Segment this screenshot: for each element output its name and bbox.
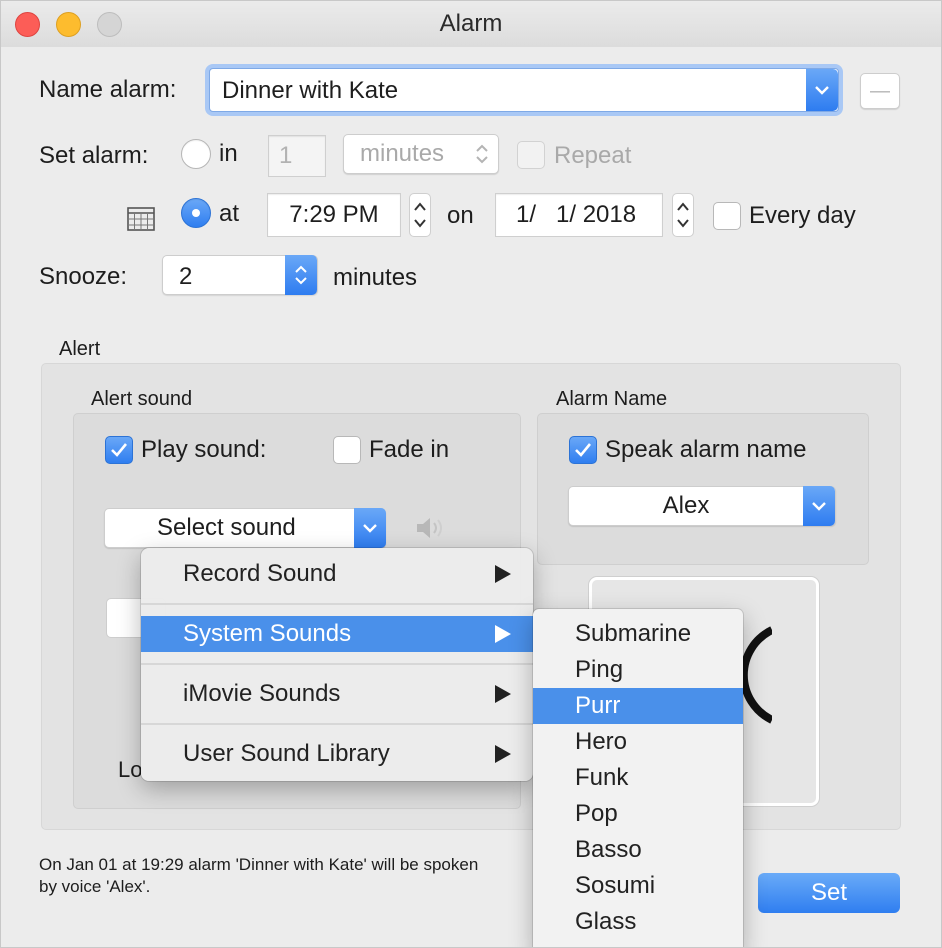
sound-item-pop[interactable]: Pop [533,796,743,832]
status-line-2: by voice 'Alex'. [39,877,151,896]
units-popup[interactable]: minutes [343,134,499,174]
chevron-down-icon [812,501,826,511]
menu-item-system-sounds[interactable]: System Sounds [141,616,533,652]
checkmark-icon [111,443,128,457]
select-sound-value: Select sound [157,514,296,541]
at-radio[interactable] [181,198,211,228]
in-label: in [219,140,238,167]
sound-item-hero[interactable]: Hero [533,724,743,760]
alarm-window: Alarm Name alarm: Dinner with Kate — Set… [0,0,942,948]
alert-group-label: Alert [59,338,101,360]
date-field[interactable]: 1/ 1/ 2018 [495,193,663,237]
name-alarm-combobox[interactable]: Dinner with Kate [209,68,839,112]
submenu-arrow-icon [495,685,511,703]
in-radio[interactable] [181,139,211,169]
time-stepper[interactable] [409,193,431,237]
window-title: Alarm [439,10,503,37]
menu-item-record-sound[interactable]: Record Sound [141,556,533,592]
stepper-arrows-icon [414,202,426,228]
fade-in-checkbox[interactable] [333,436,361,464]
menu-item-label: Record Sound [183,560,337,587]
menu-item-imovie-sounds[interactable]: iMovie Sounds [141,676,533,712]
submenu-arrow-icon [495,565,511,583]
snooze-stepper[interactable] [285,255,317,295]
speaker-icon[interactable] [415,515,447,541]
menu-separator [141,723,533,725]
sound-item-basso[interactable]: Basso [533,832,743,868]
units-value: minutes [360,140,445,167]
status-line-1: On Jan 01 at 19:29 alarm 'Dinner with Ka… [39,855,479,874]
alert-sound-group-label: Alert sound [91,388,193,410]
repeat-label: Repeat [554,142,632,169]
partial-label: Lo [118,757,143,782]
menu-item-label: iMovie Sounds [183,680,341,707]
remove-alarm-button[interactable]: — [860,73,900,109]
every-day-label: Every day [749,202,856,229]
title-bar: Alarm [1,1,941,47]
speak-alarm-name-checkbox[interactable] [569,436,597,464]
calendar-icon[interactable] [127,205,155,231]
sound-item-purr[interactable]: Purr [533,688,743,724]
on-label: on [447,202,474,229]
alarm-name-group-label: Alarm Name [556,388,668,410]
in-amount-field[interactable]: 1 [268,135,326,177]
snooze-combo[interactable]: 2 [162,255,318,295]
chevron-down-icon [815,85,829,95]
at-label: at [219,200,240,227]
set-alarm-label: Set alarm: [39,142,149,169]
system-sounds-submenu: Submarine Ping Purr Hero Funk Pop Basso … [533,609,743,947]
speak-alarm-name-label: Speak alarm name [605,436,807,463]
sound-item-submarine[interactable]: Submarine [533,616,743,652]
checkmark-icon [575,443,592,457]
stepper-arrows-icon [677,202,689,228]
menu-separator [141,663,533,665]
submenu-arrow-icon [495,625,511,643]
time-field[interactable]: 7:29 PM [267,193,401,237]
set-button[interactable]: Set [758,873,900,913]
snooze-unit-label: minutes [333,264,418,291]
play-sound-label: Play sound: [141,436,267,463]
name-alarm-value[interactable]: Dinner with Kate [222,77,398,105]
play-sound-checkbox[interactable] [105,436,133,464]
menu-item-label: System Sounds [183,620,352,647]
sound-item-ping[interactable]: Ping [533,652,743,688]
name-alarm-dropdown-button[interactable] [806,69,838,111]
date-stepper[interactable] [672,193,694,237]
fade-in-label: Fade in [369,436,450,463]
every-day-checkbox[interactable] [713,202,741,230]
menu-separator [141,603,533,605]
voice-dropdown-button[interactable] [803,486,835,526]
sound-item-sosumi[interactable]: Sosumi [533,868,743,904]
chevron-down-icon [363,523,377,533]
menu-item-user-sound-library[interactable]: User Sound Library [141,736,533,772]
repeat-checkbox[interactable] [517,141,545,169]
snooze-value[interactable]: 2 [179,263,192,291]
sound-menu: Record Sound System Sounds iMovie Sounds… [141,548,533,781]
select-sound-dropdown-button[interactable] [354,508,386,548]
sound-item-glass[interactable]: Glass [533,904,743,940]
snooze-label: Snooze: [39,263,128,290]
sound-item-blow[interactable]: Blow [533,940,743,947]
voice-popup[interactable]: Alex [568,486,836,526]
sound-item-funk[interactable]: Funk [533,760,743,796]
submenu-arrow-icon [495,745,511,763]
voice-value: Alex [662,492,710,519]
menu-item-label: User Sound Library [183,740,390,767]
stepper-arrows-icon [295,265,307,285]
name-alarm-label: Name alarm: [39,76,177,103]
select-sound-popup[interactable]: Select sound [104,508,386,548]
updown-arrows-icon [476,144,488,164]
